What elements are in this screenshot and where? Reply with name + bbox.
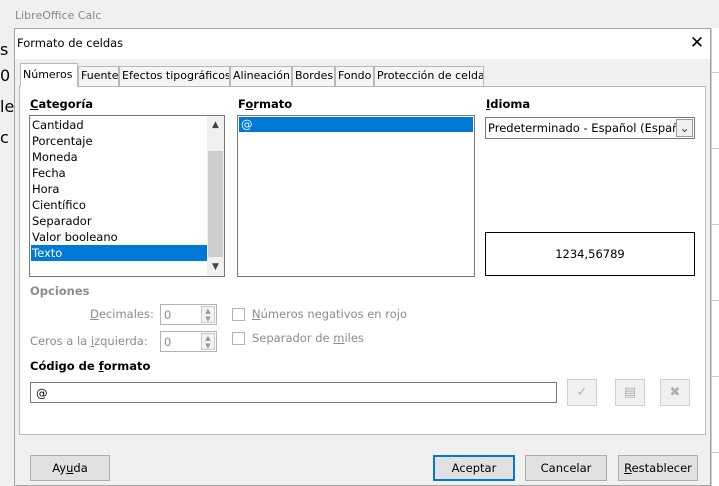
decimales-value: 0 [164, 308, 172, 322]
tab-fondo[interactable]: Fondo [335, 66, 374, 86]
check-icon[interactable]: ✓ [567, 379, 597, 406]
separador-miles-label: Separador de miles [252, 331, 364, 345]
background-grid-line [712, 148, 719, 149]
idioma-label: Idioma [486, 97, 531, 111]
categoria-list[interactable]: Cantidad Porcentaje Moneda Fecha Hora Ci… [29, 115, 225, 277]
list-item[interactable]: Separador [31, 213, 207, 229]
tab-numeros[interactable]: Números [20, 63, 78, 87]
separador-miles-checkbox[interactable] [232, 332, 245, 345]
tab-label: Números [23, 68, 73, 81]
categoria-label: Categoría [30, 97, 94, 111]
list-item[interactable]: Valor booleano [31, 229, 207, 245]
background-grid-line [712, 300, 719, 301]
background-app-title: LibreOffice Calc [15, 9, 102, 22]
idioma-value: Predeterminado - Español (España) [488, 121, 691, 135]
tab-label: Alineación [233, 69, 290, 82]
background-grid-line [712, 224, 719, 225]
delete-icon[interactable]: ✖ [660, 379, 690, 406]
comment-icon[interactable]: ▤ [615, 379, 645, 406]
list-item[interactable]: Moneda [31, 149, 207, 165]
spin-arrows-icon[interactable]: ▲ ▼ [201, 306, 215, 323]
list-item[interactable]: Cantidad [31, 117, 207, 133]
scrollbar-thumb[interactable] [208, 151, 223, 257]
list-item[interactable]: Científico [31, 197, 207, 213]
tab-proteccion-de-celda[interactable]: Protección de celda [374, 66, 484, 86]
tab-alineacion[interactable]: Alineación [230, 66, 292, 86]
background-sheet-edge [711, 28, 719, 486]
tab-label: Efectos tipográficos [122, 69, 230, 82]
numeros-negativos-checkbox[interactable] [232, 308, 245, 321]
decimales-label: Decimales: [90, 307, 154, 321]
tab-efectos-tipograficos[interactable]: Efectos tipográficos [119, 66, 230, 86]
aceptar-button[interactable]: Aceptar [433, 455, 515, 481]
tab-label: Fondo [338, 69, 372, 82]
close-icon[interactable]: ✕ [685, 31, 709, 55]
ceros-izquierda-label: Ceros a la izquierda: [30, 334, 148, 348]
codigo-formato-value: @ [36, 386, 48, 400]
idioma-select[interactable]: Predeterminado - Español (España) ⌄ [485, 117, 695, 139]
tab-label: Fuente [81, 69, 119, 82]
decimales-stepper[interactable]: 0 ▲ ▼ [160, 304, 217, 325]
list-item[interactable]: Fecha [31, 165, 207, 181]
restablecer-button[interactable]: Restablecer [618, 455, 698, 481]
codigo-formato-label: Código de formato [30, 359, 151, 373]
ceros-izquierda-stepper[interactable]: 0 ▲ ▼ [160, 331, 217, 352]
list-item[interactable]: Porcentaje [31, 133, 207, 149]
dialog-titlebar[interactable]: Formato de celdas ✕ [15, 29, 710, 59]
cancelar-button[interactable]: Cancelar [525, 455, 607, 481]
background-grid-line [712, 376, 719, 377]
ayuda-button[interactable]: Ayuda [30, 455, 110, 481]
spin-arrows-icon[interactable]: ▲ ▼ [201, 333, 215, 350]
format-preview: 1234,56789 [485, 232, 695, 276]
background-grid-line [712, 452, 719, 453]
tab-label: Bordes [295, 69, 334, 82]
opciones-label: Opciones [30, 284, 90, 298]
categoria-scrollbar[interactable]: ▲ ▼ [207, 116, 224, 276]
aceptar-label: Aceptar [451, 461, 497, 475]
ceros-izquierda-value: 0 [164, 335, 172, 349]
formato-label: Formato [238, 97, 293, 111]
chevron-down-icon[interactable]: ▼ [207, 258, 224, 276]
tab-fuente[interactable]: Fuente [78, 66, 119, 86]
list-item[interactable]: Hora [31, 181, 207, 197]
chevron-up-icon[interactable]: ▲ [207, 116, 224, 134]
dialog-title: Formato de celdas [17, 36, 124, 50]
numeros-negativos-label: Números negativos en rojo [252, 307, 407, 321]
chevron-down-icon[interactable]: ⌄ [676, 119, 693, 137]
tab-bordes[interactable]: Bordes [292, 66, 335, 86]
codigo-formato-input[interactable]: @ [30, 382, 557, 403]
tab-label: Protección de celda [377, 69, 484, 82]
list-item-selected[interactable]: Texto [31, 245, 207, 261]
formato-list[interactable]: @ [237, 115, 475, 277]
cancelar-label: Cancelar [540, 461, 592, 475]
format-cells-dialog: Formato de celdas ✕ Números Fuente Efect… [14, 28, 711, 486]
list-item-selected[interactable]: @ [239, 117, 473, 132]
background-grid-line [712, 72, 719, 73]
